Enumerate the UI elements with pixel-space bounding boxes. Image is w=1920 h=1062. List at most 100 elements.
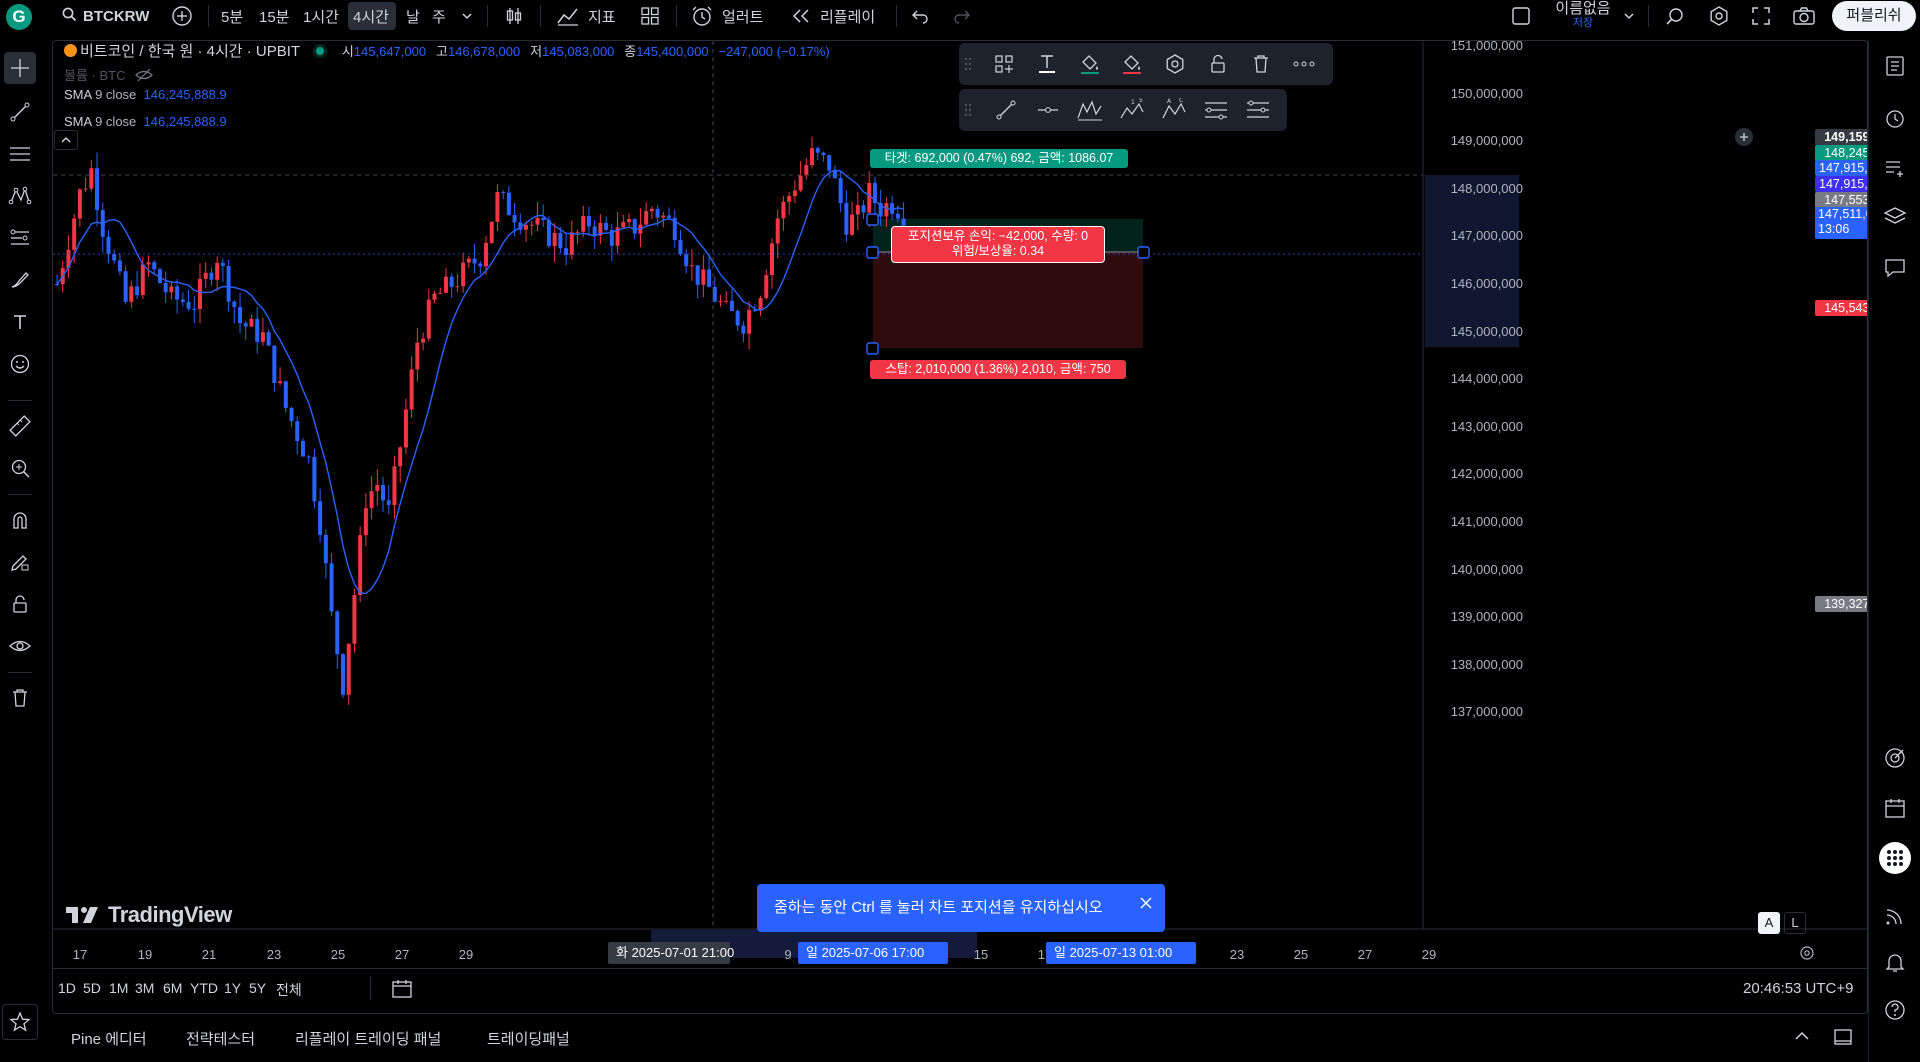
brush-tool[interactable]	[4, 264, 36, 296]
fav-elliott-wave[interactable]	[1075, 95, 1105, 125]
fav-wave-ac[interactable]: AC	[1159, 95, 1189, 125]
prediction-tool[interactable]	[4, 222, 36, 254]
close-icon[interactable]	[1139, 896, 1153, 910]
templates-button[interactable]	[640, 0, 660, 32]
compare-symbol-button[interactable]	[171, 0, 193, 32]
object-tree-button[interactable]	[1879, 152, 1911, 184]
interval-dropdown[interactable]	[460, 0, 474, 32]
layout-toggle-button[interactable]	[1510, 0, 1532, 32]
crosshair-tool[interactable]	[4, 52, 36, 84]
layout-name-button[interactable]: 이름없음 저장	[1548, 0, 1618, 32]
legend-collapse-button[interactable]	[54, 130, 78, 150]
settings-button[interactable]	[1708, 0, 1730, 32]
products-menu-button[interactable]	[1879, 842, 1911, 874]
tab-strategy-tester[interactable]: 전략테스터	[186, 1028, 255, 1049]
fav-trend-line[interactable]	[991, 95, 1021, 125]
measure-tool[interactable]	[4, 410, 36, 442]
replay-button[interactable]: 리플레이	[790, 0, 875, 32]
remove-drawings-tool[interactable]	[4, 682, 36, 714]
more-button[interactable]	[1289, 49, 1319, 79]
fill-color-button[interactable]	[1075, 49, 1105, 79]
sma-legend-1[interactable]: SMA 9 close 146,245,888.9	[64, 87, 227, 102]
indicators-button[interactable]: 지표	[556, 0, 616, 32]
sma-legend-2[interactable]: SMA 9 close 146,245,888.9	[64, 114, 227, 129]
price-chart[interactable]	[53, 41, 1868, 1014]
target-label[interactable]: 타겟: 692,000 (0.47%) 692, 금액: 1086.07	[870, 149, 1128, 168]
emoji-tool[interactable]	[4, 348, 36, 380]
snapshot-button[interactable]	[1792, 0, 1816, 32]
fav-long-position[interactable]	[1201, 95, 1231, 125]
collapse-panel-button[interactable]	[1792, 1028, 1812, 1047]
tab-replay-trading-panel[interactable]: 리플레이 트레이딩 패널	[295, 1028, 441, 1049]
stop-handle[interactable]	[866, 342, 879, 355]
add-alert-plus-button[interactable]	[1735, 128, 1753, 146]
publish-button[interactable]: 퍼블리쉬	[1832, 1, 1916, 31]
zoom-tool[interactable]	[4, 452, 36, 484]
help-button[interactable]	[1879, 994, 1911, 1026]
time-axis-settings-button[interactable]	[1797, 943, 1817, 963]
stop-zone[interactable]	[873, 252, 1143, 348]
interval-1h[interactable]: 1시간	[303, 0, 339, 32]
template-button[interactable]	[989, 49, 1019, 79]
range-button[interactable]: 5Y	[249, 980, 266, 996]
interval-4h[interactable]: 4시간	[353, 0, 389, 32]
entry-handle-right[interactable]	[1137, 246, 1150, 259]
fullscreen-button[interactable]	[1751, 0, 1771, 32]
range-button[interactable]: 5D	[83, 980, 101, 996]
text-color-button[interactable]	[1032, 49, 1062, 79]
fav-horizontal-ray[interactable]	[1033, 95, 1063, 125]
lock-drawings-tool[interactable]	[4, 588, 36, 620]
range-button[interactable]: 1M	[109, 980, 128, 996]
maximize-panel-button[interactable]	[1832, 1026, 1854, 1051]
tab-trading-panel[interactable]: 트레이딩패널	[487, 1028, 570, 1049]
trend-line-tool[interactable]	[4, 96, 36, 128]
alert-button[interactable]: 얼러트	[690, 0, 763, 32]
text-tool[interactable]	[4, 306, 36, 338]
interval-week[interactable]: 주	[432, 0, 446, 32]
range-button[interactable]: 6M	[163, 980, 182, 996]
lock-drawing-button[interactable]	[1203, 49, 1233, 79]
clock-display[interactable]: 20:46:53 UTC+9	[1743, 980, 1854, 997]
stop-label[interactable]: 스탑: 2,010,000 (1.36%) 2,010, 금액: 750	[870, 360, 1126, 379]
log-scale-button[interactable]: L	[1784, 912, 1806, 934]
tab-pine-editor[interactable]: Pine 에디터	[71, 1028, 147, 1049]
drawing-settings-button[interactable]	[1160, 49, 1190, 79]
range-button[interactable]: YTD	[190, 980, 218, 996]
layers-button[interactable]	[1879, 200, 1911, 232]
magnet-tool[interactable]	[4, 504, 36, 536]
drag-handle[interactable]	[961, 49, 975, 79]
fib-tool[interactable]	[4, 138, 36, 170]
fav-short-position[interactable]	[1243, 95, 1273, 125]
alerts-panel-button[interactable]	[1879, 102, 1911, 134]
pattern-tool[interactable]	[4, 180, 36, 212]
range-button[interactable]: 1D	[58, 980, 76, 996]
auto-scale-button[interactable]: A	[1758, 912, 1780, 934]
layout-menu-button[interactable]	[1622, 0, 1636, 32]
delete-drawing-button[interactable]	[1246, 49, 1276, 79]
range-button[interactable]: 1Y	[224, 980, 241, 996]
target-handle[interactable]	[866, 213, 879, 226]
redo-button[interactable]	[952, 0, 972, 32]
streams-button[interactable]	[1879, 900, 1911, 932]
hide-drawings-tool[interactable]	[4, 630, 36, 662]
range-button[interactable]: 전체	[276, 980, 302, 1000]
interval-day[interactable]: 날	[406, 0, 420, 32]
fav-wave-15[interactable]: 15	[1117, 95, 1147, 125]
quick-search-button[interactable]	[1664, 0, 1686, 32]
chart-type-button[interactable]	[503, 0, 525, 32]
favorites-button[interactable]	[2, 1004, 38, 1040]
calendar-button[interactable]	[1879, 792, 1911, 824]
chats-button[interactable]	[1879, 252, 1911, 284]
entry-handle-left[interactable]	[866, 246, 879, 259]
goto-date-button[interactable]	[390, 978, 414, 1000]
chart-panel[interactable]: 비트코인 / 한국 원 · 4시간 · UPBIT 시145,647,000 고…	[52, 40, 1868, 1014]
trading-ideas-button[interactable]	[1879, 742, 1911, 774]
position-pnl-label[interactable]: 포지션보유 손익: −42,000, 수량: 0 위험/보상율: 0.34	[891, 226, 1105, 263]
stay-in-drawing-mode-tool[interactable]	[4, 546, 36, 578]
drag-handle[interactable]	[961, 95, 975, 125]
interval-15m[interactable]: 15분	[259, 0, 290, 32]
user-avatar[interactable]: G	[6, 4, 32, 30]
interval-5m[interactable]: 5분	[221, 0, 243, 32]
symbol-legend[interactable]: 비트코인 / 한국 원 · 4시간 · UPBIT 시145,647,000 고…	[64, 41, 830, 61]
stop-color-button[interactable]	[1117, 49, 1147, 79]
